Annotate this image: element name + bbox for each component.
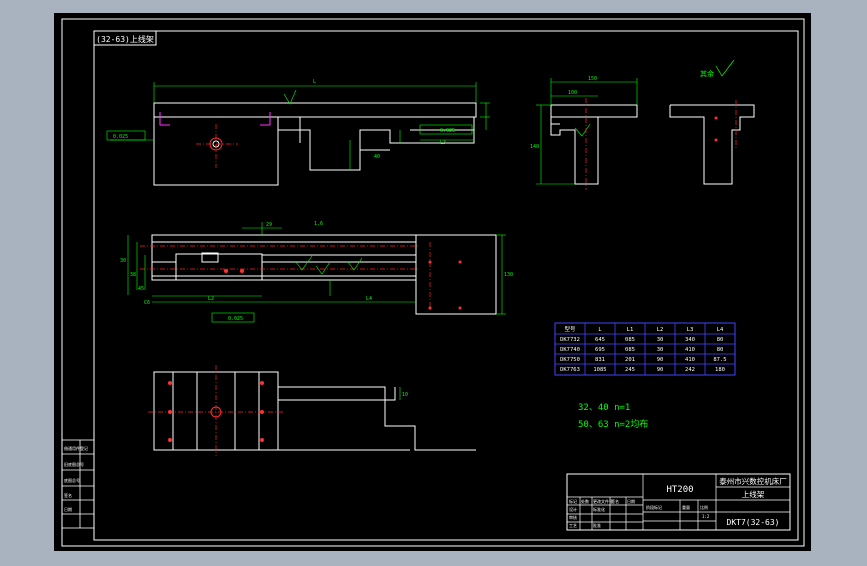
side-strip-label-4: 签名 — [64, 492, 72, 498]
title-small-cell: 标准化 — [593, 506, 605, 512]
table-cell: 30 — [657, 347, 664, 353]
dim-40-front: 40 — [374, 154, 380, 160]
table-cell: 80 — [717, 337, 724, 343]
dim-130: 130 — [504, 272, 513, 278]
table-cell: 30 — [657, 337, 664, 343]
table-cell: 695 — [595, 347, 605, 353]
drawing-sheet — [54, 13, 811, 551]
table-header: L2 — [657, 327, 664, 333]
table-cell: 245 — [625, 367, 635, 373]
table-cell: 201 — [625, 357, 635, 363]
code-box-text: (32-63)上线架 — [96, 34, 154, 44]
table-header: L3 — [687, 327, 694, 333]
drawing-number: DKT7(32-63) — [727, 518, 780, 527]
table-cell: 410 — [685, 347, 695, 353]
company-name: 泰州市兴数控机床厂 — [719, 476, 787, 486]
drawing-viewport: (32-63)上线架 借通用件登记 旧底图总号 底图总号 签名 日期 L 0.0… — [0, 0, 867, 562]
table-cell: 242 — [685, 367, 695, 373]
title-small-cell: 审核 — [569, 514, 577, 520]
side-strip-label-2: 旧底图总号 — [64, 461, 84, 467]
dim-L-top: L — [313, 79, 316, 85]
title-small-cell: 设计 — [569, 506, 577, 512]
table-header: L1 — [627, 327, 634, 333]
title-small-cell: 签名 — [611, 498, 619, 504]
scale-value: 1:2 — [702, 514, 710, 519]
title-small-cell: 标记 — [569, 498, 577, 504]
table-cell: 410 — [685, 357, 695, 363]
dim-10: 10 — [402, 392, 408, 398]
material: HT200 — [666, 485, 693, 495]
title-small-cell: 重量 — [682, 504, 690, 510]
table-cell: 90 — [657, 367, 664, 373]
table-cell: 180 — [715, 367, 725, 373]
table-cell: 340 — [685, 337, 695, 343]
title-small-cell: 比例 — [700, 504, 708, 510]
dim-150: 150 — [588, 76, 597, 82]
title-small-cell: 批准 — [593, 522, 601, 528]
table-cell: DK7732 — [560, 337, 580, 343]
flatness-3: 0.025 — [228, 316, 243, 322]
table-cell: 645 — [595, 337, 605, 343]
dim-L2: L2 — [208, 296, 214, 302]
title-small-cell: 阶段标记 — [646, 504, 662, 510]
table-cell: DK7763 — [560, 367, 580, 373]
title-small-cell: 日期 — [627, 498, 635, 504]
table-cell: 831 — [595, 357, 605, 363]
table-cell: 90 — [657, 357, 664, 363]
table-cell: DK7750 — [560, 357, 580, 363]
cad-drawing: (32-63)上线架 借通用件登记 旧底图总号 底图总号 签名 日期 L 0.0… — [54, 13, 811, 551]
roughness-16: 1.6 — [314, 221, 323, 227]
table-cell: DK7740 — [560, 347, 580, 353]
flatness-1: 0.025 — [113, 134, 128, 140]
table-cell: 87.5 — [713, 357, 726, 363]
part-name: 上线架 — [742, 489, 765, 499]
dim-L4: L4 — [366, 296, 372, 302]
side-strip-label-1: 借通用件登记 — [64, 445, 88, 451]
table-cell: 1085 — [593, 367, 606, 373]
table-header: L4 — [717, 327, 724, 333]
dim-29: 29 — [266, 222, 272, 228]
dim-30: 30 — [120, 258, 126, 264]
side-strip-label-3: 底图总号 — [64, 477, 80, 483]
dim-38: 38 — [130, 272, 136, 278]
table-cell: 80 — [717, 347, 724, 353]
roughness-label: 其余 — [700, 69, 714, 78]
title-small-cell: 更改文件号 — [593, 498, 613, 504]
title-small-cell: 处数 — [581, 498, 589, 504]
note-2: 50、63 n=2均布 — [578, 418, 648, 430]
title-small-cell: 工艺 — [569, 523, 577, 528]
note-1: 32、40 n=1 — [578, 403, 630, 413]
dim-45: 45 — [138, 286, 144, 292]
flatness-2: 0.025 — [440, 128, 455, 134]
dim-L3-front: L3 — [440, 140, 446, 146]
table-header: 型号 — [564, 325, 576, 333]
dim-140: 140 — [530, 144, 539, 150]
side-strip-label-5: 日期 — [64, 506, 72, 512]
dim-100: 100 — [568, 90, 577, 96]
dim-c6: C6 — [144, 300, 150, 306]
table-cell: 085 — [625, 337, 635, 343]
table-cell: 085 — [625, 347, 635, 353]
